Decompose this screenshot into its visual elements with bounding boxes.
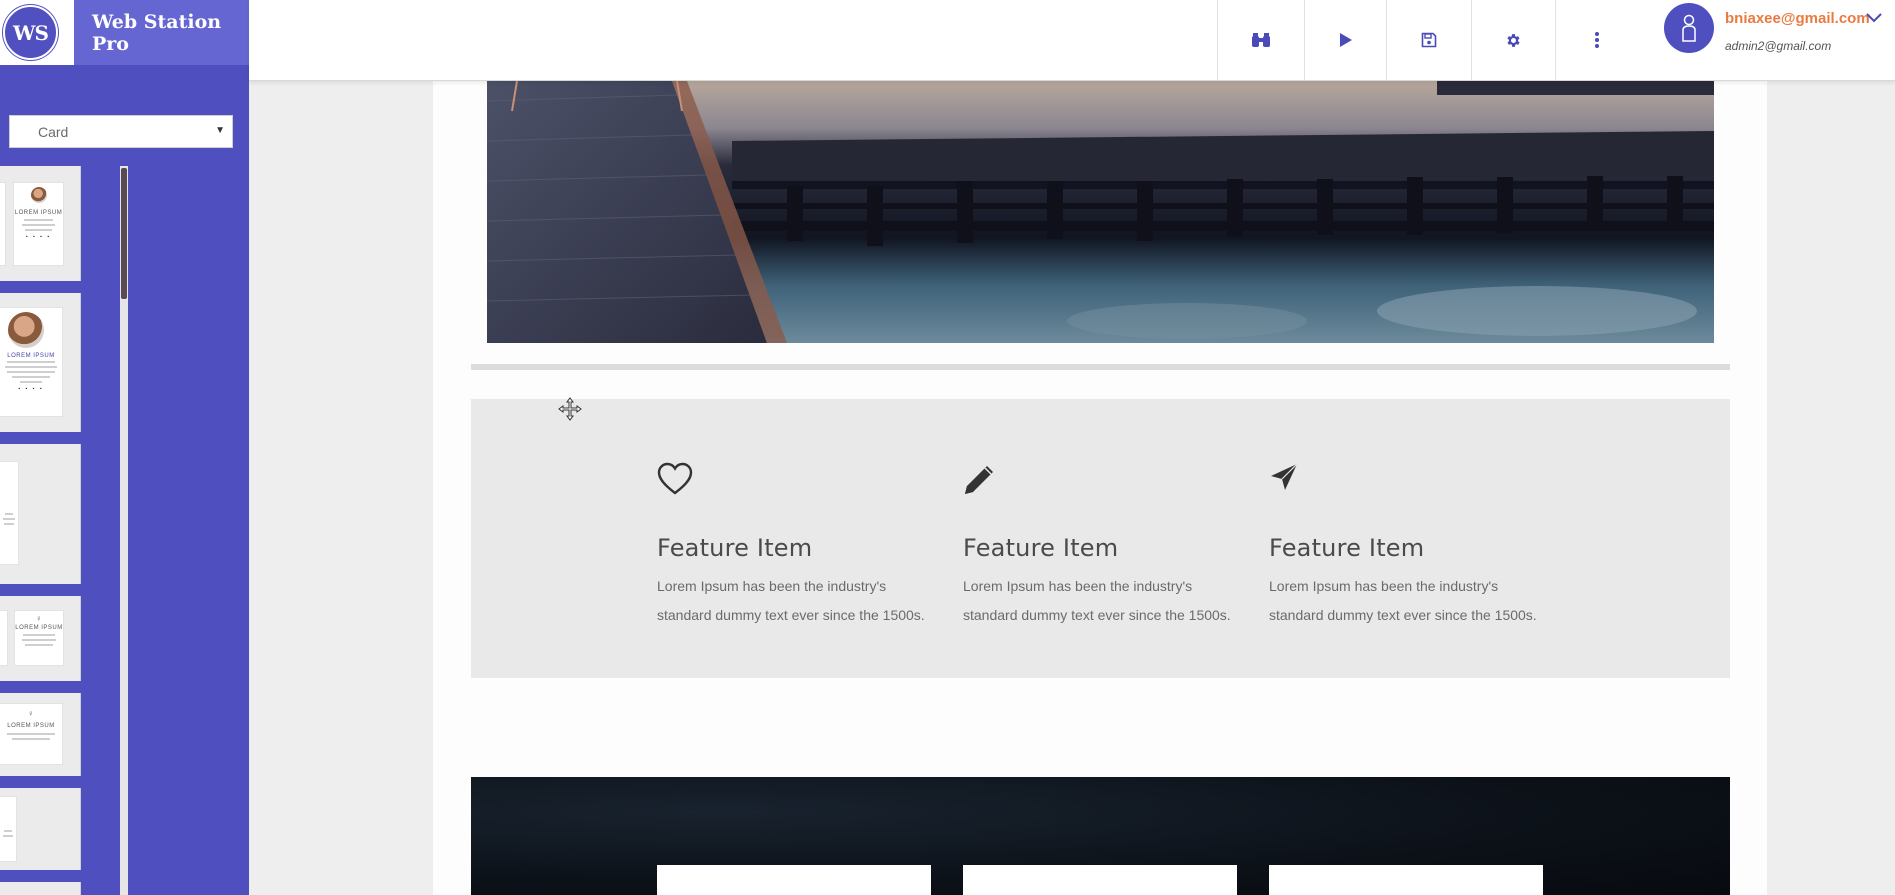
thumb-social-icons: ▪ ▪ ▪ ▪	[25, 234, 52, 240]
thumb-text-lines	[19, 631, 59, 646]
binoculars-icon	[1252, 33, 1270, 47]
dark-section-card	[657, 865, 931, 895]
feature-text: Lorem Ipsum has been the industry's stan…	[1269, 578, 1537, 623]
sidebar: WS Web Station Pro Card ▼ LOREM IPSUM ▪ …	[0, 0, 249, 895]
thumbnail-scrollbar-thumb[interactable]	[121, 168, 127, 299]
user-secondary-email: admin2@gmail.com	[1725, 39, 1832, 53]
block-thumbnail-card-7[interactable]	[0, 882, 81, 895]
thumb-card: ♀ LOREM IPSUM	[0, 703, 63, 765]
logo-container: WS	[0, 0, 74, 65]
section-divider	[471, 364, 1730, 370]
thumb-card: LOREM IPSUM ▪ ▪ ▪ ▪	[13, 182, 64, 266]
chevron-down-icon[interactable]	[1866, 10, 1882, 28]
feature-item: Feature Item Lorem Ipsum has been the in…	[1269, 462, 1549, 630]
heart-icon	[657, 462, 937, 498]
thumb-card	[0, 182, 6, 266]
more-vertical-icon	[1594, 32, 1599, 48]
dark-section-card	[963, 865, 1237, 895]
hero-image	[487, 81, 1714, 343]
settings-button[interactable]	[1471, 0, 1555, 80]
pier-photo	[487, 81, 1714, 343]
move-handle-icon[interactable]	[558, 397, 582, 426]
thumb-card	[0, 461, 19, 565]
paper-plane-icon	[1269, 462, 1549, 498]
feature-item: Feature Item Lorem Ipsum has been the in…	[963, 462, 1243, 630]
thumb-text-lines	[2, 827, 14, 837]
user-avatar[interactable]	[1664, 3, 1714, 53]
thumb-text-lines	[2, 510, 16, 525]
block-thumbnail-card-3[interactable]	[0, 444, 81, 584]
save-button[interactable]	[1386, 0, 1471, 80]
thumb-text-lines	[18, 216, 59, 231]
block-thumbnail-card-5[interactable]: ♀ LOREM IPSUM	[0, 693, 81, 776]
thumb-card: ♀ LOREM IPSUM	[14, 610, 64, 666]
block-thumbnail-card-2[interactable]: LOREM IPSUM ▪ ▪ ▪ ▪	[0, 293, 81, 432]
preview-button[interactable]	[1217, 0, 1304, 80]
block-category-value: Card	[38, 124, 69, 140]
feature-title: Feature Item	[1269, 534, 1425, 562]
gear-icon	[1507, 33, 1520, 47]
pencil-icon	[963, 462, 1243, 498]
block-thumbnail-card-4[interactable]: ♀ LOREM IPSUM	[0, 596, 81, 681]
more-options-button[interactable]	[1555, 0, 1637, 80]
block-thumbnail-card-1[interactable]: LOREM IPSUM ▪ ▪ ▪ ▪	[0, 166, 81, 281]
feature-title: Feature Item	[963, 534, 1119, 562]
save-icon	[1421, 32, 1437, 48]
feature-text: Lorem Ipsum has been the industry's stan…	[657, 578, 925, 623]
thumb-label: LOREM IPSUM	[7, 723, 55, 729]
thumb-text-lines	[4, 730, 58, 740]
thumb-avatar	[31, 187, 47, 203]
block-category-select[interactable]: Card ▼	[9, 115, 233, 148]
app-title: Web Station Pro	[74, 0, 249, 65]
feature-text: Lorem Ipsum has been the industry's stan…	[963, 578, 1231, 623]
user-email[interactable]: bniaxee@gmail.com	[1725, 10, 1870, 27]
thumb-card: LOREM IPSUM ▪ ▪ ▪ ▪	[0, 307, 63, 417]
play-icon	[1339, 33, 1352, 47]
app-logo: WS	[3, 5, 58, 60]
lightbulb-icon: ♀	[35, 614, 43, 623]
user-icon	[1682, 14, 1696, 42]
chevron-down-icon: ▼	[215, 125, 225, 136]
thumb-social-icons: ▪ ▪ ▪ ▪	[18, 386, 44, 392]
feature-title: Feature Item	[657, 534, 813, 562]
thumb-card	[0, 796, 17, 862]
lightbulb-icon: ♀	[27, 709, 35, 718]
dark-section-card	[1269, 865, 1543, 895]
feature-item: Feature Item Lorem Ipsum has been the in…	[657, 462, 937, 630]
play-button[interactable]	[1304, 0, 1386, 80]
thumb-avatar	[8, 312, 44, 348]
thumb-card	[0, 610, 8, 666]
top-toolbar	[249, 0, 1895, 81]
thumb-text-lines	[4, 358, 58, 383]
block-thumbnail-card-6[interactable]	[0, 788, 81, 870]
